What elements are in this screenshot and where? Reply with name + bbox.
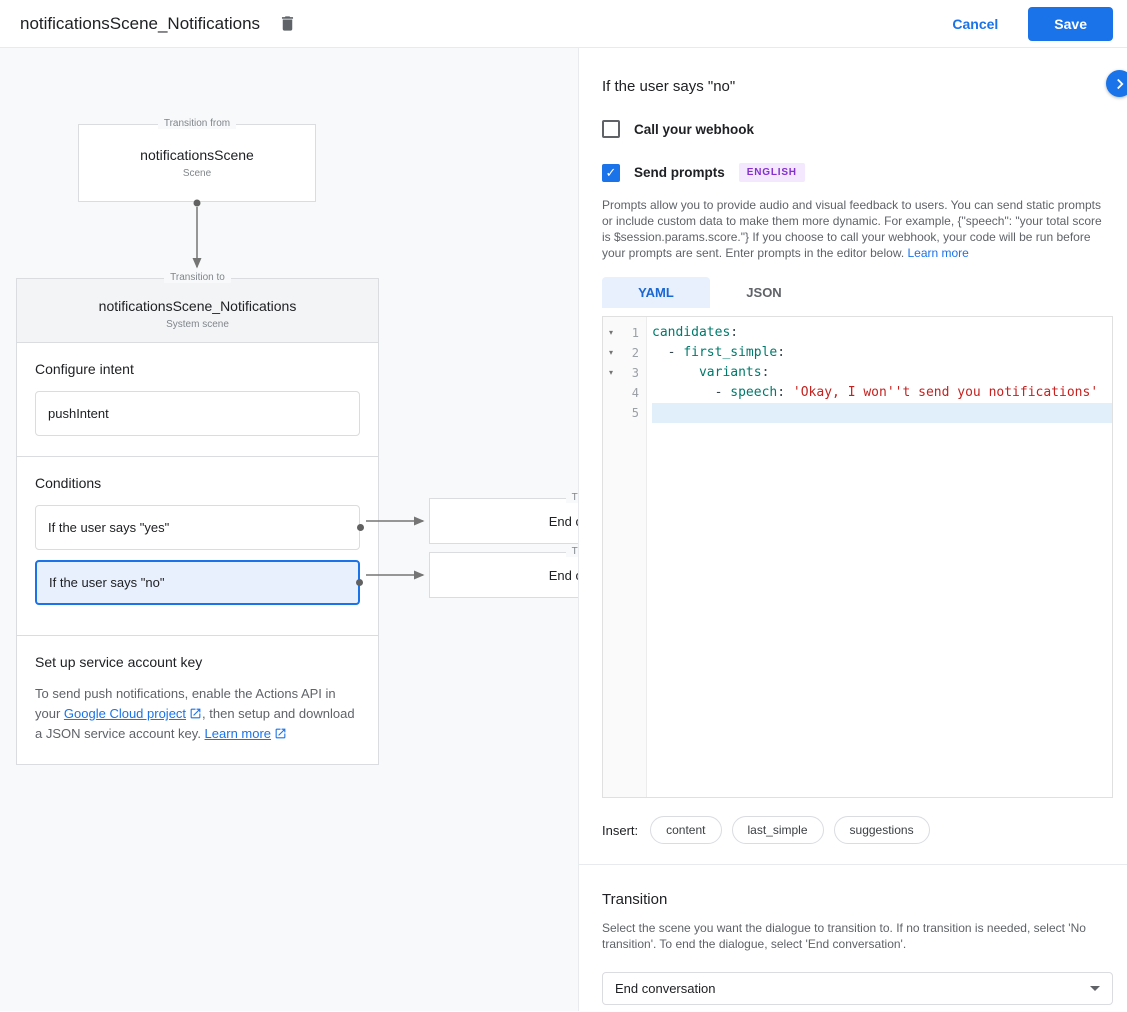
tab-json[interactable]: JSON bbox=[710, 277, 818, 308]
connector-dot bbox=[357, 524, 364, 531]
scene-card-subtitle: System scene bbox=[27, 319, 368, 330]
condition-editor-panel: If the user says "no" ✓ Call your webhoo… bbox=[578, 48, 1127, 1011]
trash-icon bbox=[278, 14, 297, 33]
tab-yaml[interactable]: YAML bbox=[602, 277, 710, 308]
save-button[interactable]: Save bbox=[1028, 7, 1113, 41]
scene-card-header[interactable]: notificationsScene_Notifications System … bbox=[17, 279, 378, 343]
intent-item-label: pushIntent bbox=[48, 406, 109, 421]
transition-select[interactable]: End conversation bbox=[602, 972, 1113, 1005]
gutter-row: 4 bbox=[603, 383, 646, 403]
scene-card: Transition to notificationsScene_Notific… bbox=[16, 278, 379, 765]
editor-gutter: ▾ 1 ▾ 2 ▾ 3 4 bbox=[603, 317, 647, 797]
gutter-row: ▾ 2 bbox=[603, 343, 646, 363]
transition-to-badge: Transition to bbox=[17, 272, 378, 283]
main-area: Transition from notificationsScene Scene… bbox=[0, 48, 1127, 1011]
transition-to-badge: Transition to bbox=[430, 492, 578, 503]
conditions-label: Conditions bbox=[35, 475, 360, 491]
external-link-icon bbox=[189, 707, 202, 720]
chevron-right-icon bbox=[1111, 75, 1127, 93]
prompt-code-editor[interactable]: ▾ 1 ▾ 2 ▾ 3 4 bbox=[602, 316, 1113, 798]
call-webhook-row: ✓ Call your webhook bbox=[602, 120, 1113, 138]
code-line: - speech: 'Okay, I won''t send you notif… bbox=[652, 383, 1112, 403]
line-number: 2 bbox=[619, 343, 646, 363]
dropdown-arrow-icon bbox=[1090, 986, 1100, 991]
collapse-panel-button[interactable] bbox=[1106, 70, 1127, 97]
insert-row: Insert: content last_simple suggestions bbox=[602, 816, 1113, 844]
condition-item-no[interactable]: If the user says "no" bbox=[35, 560, 360, 605]
code-line: - first_simple: bbox=[652, 343, 1112, 363]
service-account-section: Set up service account key To send push … bbox=[17, 636, 378, 764]
line-number: 3 bbox=[619, 363, 646, 383]
call-webhook-label: Call your webhook bbox=[634, 122, 754, 137]
line-number: 5 bbox=[619, 403, 646, 423]
service-account-title: Set up service account key bbox=[35, 654, 360, 670]
external-link-icon bbox=[274, 727, 287, 740]
learn-more-link[interactable]: Learn more bbox=[205, 726, 271, 741]
editor-code-area[interactable]: candidates: - first_simple: variants: - … bbox=[647, 317, 1112, 797]
prompts-description: Prompts allow you to provide audio and v… bbox=[602, 197, 1113, 261]
condition-item-yes[interactable]: If the user says "yes" bbox=[35, 505, 360, 550]
header: notificationsScene_Notifications Cancel … bbox=[0, 0, 1127, 48]
condition-item-label: If the user says "yes" bbox=[48, 520, 169, 535]
condition-item-label: If the user says "no" bbox=[49, 575, 164, 590]
delete-scene-button[interactable] bbox=[278, 14, 297, 33]
panel-title: If the user says "no" bbox=[602, 78, 1113, 95]
conditions-section: Conditions If the user says "yes" If the… bbox=[17, 457, 378, 636]
cancel-button[interactable]: Cancel bbox=[952, 16, 998, 32]
insert-chip-suggestions[interactable]: suggestions bbox=[834, 816, 930, 844]
from-node-subtitle: Scene bbox=[183, 168, 211, 179]
transition-title: Transition bbox=[602, 891, 1113, 908]
check-icon: ✓ bbox=[606, 166, 617, 179]
insert-chip-last-simple[interactable]: last_simple bbox=[732, 816, 824, 844]
send-prompts-label: Send prompts bbox=[634, 165, 725, 180]
line-number: 4 bbox=[619, 383, 646, 403]
section-divider bbox=[579, 864, 1127, 865]
send-prompts-checkbox[interactable]: ✓ bbox=[602, 164, 620, 182]
scene-card-title: notificationsScene_Notifications bbox=[27, 298, 368, 314]
code-line: candidates: bbox=[652, 323, 1112, 343]
insert-chip-content[interactable]: content bbox=[650, 816, 721, 844]
transition-to-badge: Transition to bbox=[430, 546, 578, 557]
language-badge: ENGLISH bbox=[739, 163, 805, 182]
gutter-row: ▾ 3 bbox=[603, 363, 646, 383]
transition-select-value: End conversation bbox=[615, 981, 715, 996]
fold-arrow-icon[interactable]: ▾ bbox=[603, 323, 619, 343]
call-webhook-checkbox[interactable]: ✓ bbox=[602, 120, 620, 138]
google-cloud-project-link[interactable]: Google Cloud project bbox=[64, 706, 186, 721]
transition-description: Select the scene you want the dialogue t… bbox=[602, 920, 1113, 952]
line-number: 1 bbox=[619, 323, 646, 343]
transition-from-badge: Transition from bbox=[79, 118, 315, 129]
send-prompts-row: ✓ Send prompts ENGLISH bbox=[602, 163, 1113, 182]
page-title: notificationsScene_Notifications bbox=[20, 14, 260, 34]
editor-format-tabs: YAML JSON bbox=[602, 277, 1113, 308]
fold-arrow-icon[interactable]: ▾ bbox=[603, 363, 619, 383]
from-node-title: notificationsScene bbox=[140, 147, 254, 163]
end-conversation-node[interactable]: Transition to End conversation bbox=[429, 552, 578, 598]
end-node-label: End conversation bbox=[549, 568, 578, 583]
learn-more-link[interactable]: Learn more bbox=[907, 246, 968, 260]
scene-node-notificationsScene[interactable]: Transition from notificationsScene Scene bbox=[78, 124, 316, 202]
fold-arrow-icon[interactable]: ▾ bbox=[603, 343, 619, 363]
end-node-label: End conversation bbox=[549, 514, 578, 529]
intent-item-pushIntent[interactable]: pushIntent bbox=[35, 391, 360, 436]
scene-diagram-canvas[interactable]: Transition from notificationsScene Scene… bbox=[0, 48, 578, 1011]
end-conversation-node[interactable]: Transition to End conversation bbox=[429, 498, 578, 544]
code-line: variants: bbox=[652, 363, 1112, 383]
insert-label: Insert: bbox=[602, 823, 638, 838]
code-line-active bbox=[652, 403, 1112, 423]
configure-intent-section: Configure intent pushIntent bbox=[17, 343, 378, 457]
connector-dot bbox=[356, 579, 363, 586]
service-account-text: To send push notifications, enable the A… bbox=[35, 684, 360, 744]
gutter-row: 5 bbox=[603, 403, 646, 423]
configure-intent-label: Configure intent bbox=[35, 361, 360, 377]
gutter-row: ▾ 1 bbox=[603, 323, 646, 343]
